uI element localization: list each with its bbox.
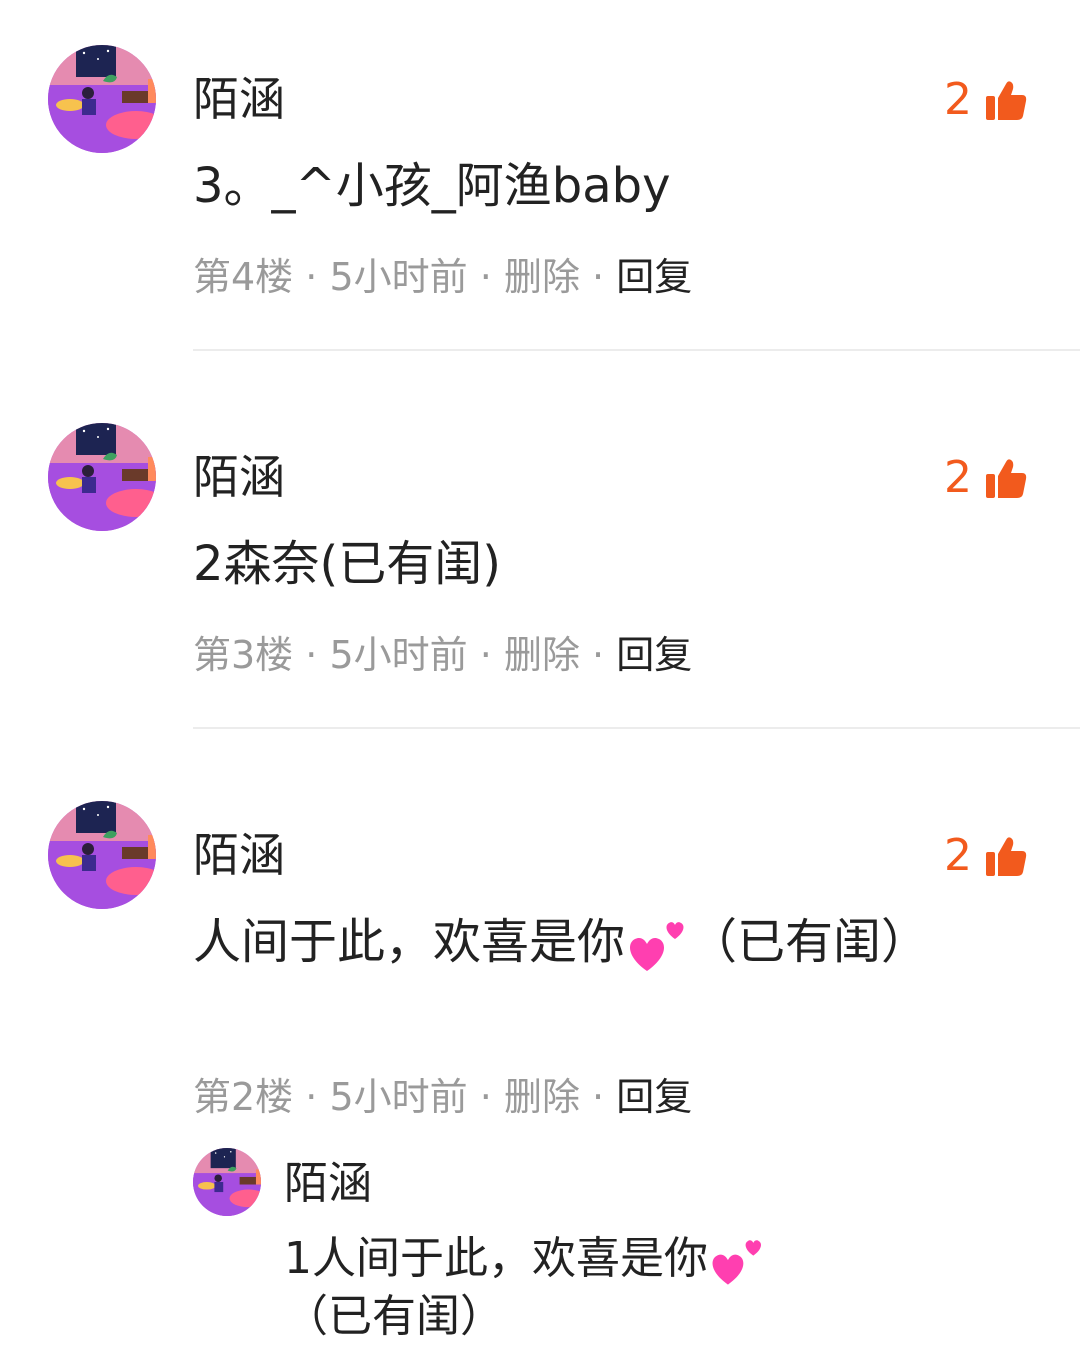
sub-reply-text: 1人间于此，欢喜是你 （已有闺） [284,1232,964,1344]
floor-number: 第4楼 [193,255,294,299]
comment-meta: 第2楼 · 5小时前 · 删除 · 回复 [193,1078,692,1116]
comment-text: 2森奈(已有闺) [193,536,501,592]
comment-text-part: 人间于此，欢喜是你 [193,914,626,970]
like-count: 2 [944,830,972,881]
delete-button[interactable]: 删除 [504,633,580,677]
separator: · [592,255,605,299]
like-button[interactable]: 2 [944,834,1028,878]
separator: · [592,1075,605,1119]
separator: · [305,1075,318,1119]
separator: · [479,1075,492,1119]
separator: · [305,255,318,299]
delete-button[interactable]: 删除 [504,1075,580,1119]
sub-reply-author[interactable]: 陌涵 [284,1162,372,1206]
thumbs-up-icon [984,456,1028,500]
comment-meta: 第3楼 · 5小时前 · 删除 · 回复 [193,636,692,674]
floor-number: 第2楼 [193,1075,294,1119]
timestamp: 5小时前 [329,255,468,299]
separator: · [479,633,492,677]
separator: · [592,633,605,677]
avatar[interactable] [48,801,156,909]
like-count: 2 [944,74,972,125]
two-hearts-icon [708,1232,766,1290]
separator: · [479,255,492,299]
reply-button[interactable]: 回复 [616,255,692,299]
comment-author[interactable]: 陌涵 [193,832,285,878]
timestamp: 5小时前 [329,633,468,677]
like-button[interactable]: 2 [944,456,1028,500]
avatar[interactable] [48,423,156,531]
avatar[interactable] [48,45,156,153]
thumbs-up-icon [984,834,1028,878]
sub-reply-text-part: （已有闺） [284,1291,504,1342]
delete-button[interactable]: 删除 [504,255,580,299]
comment-text: 3。_^小孩_阿渔baby [193,158,671,214]
floor-number: 第3楼 [193,633,294,677]
sub-reply-text-part: 1人间于此，欢喜是你 [284,1233,708,1284]
comment-author[interactable]: 陌涵 [193,454,285,500]
thumbs-up-icon [984,78,1028,122]
reply-button[interactable]: 回复 [616,1075,692,1119]
divider [193,349,1080,351]
like-button[interactable]: 2 [944,78,1028,122]
separator: · [305,633,318,677]
comment-meta: 第4楼 · 5小时前 · 删除 · 回复 [193,258,692,296]
comment-author[interactable]: 陌涵 [193,76,285,122]
timestamp: 5小时前 [329,1075,468,1119]
comment-text-part: （已有闺） [689,914,930,970]
sub-reply-avatar[interactable] [193,1148,261,1216]
comment-text: 人间于此，欢喜是你 （已有闺） [193,910,953,977]
like-count: 2 [944,452,972,503]
reply-button[interactable]: 回复 [616,633,692,677]
divider [193,727,1080,729]
two-hearts-icon [625,913,689,977]
